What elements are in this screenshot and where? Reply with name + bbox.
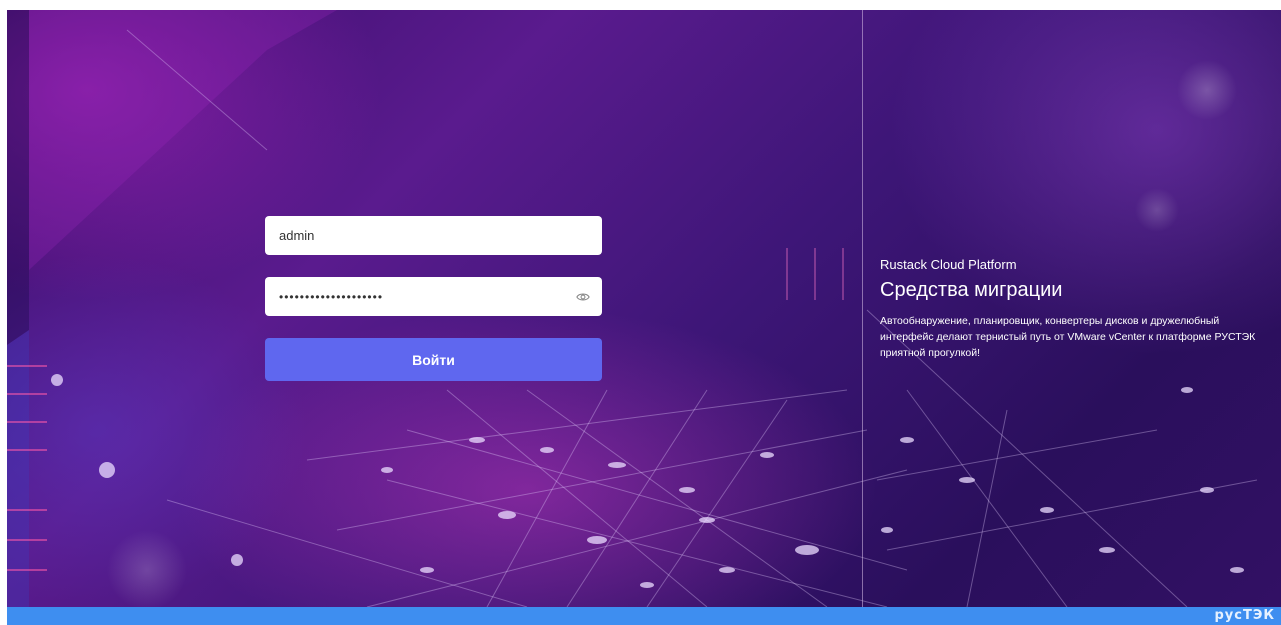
rustek-logo: русТЭК <box>1214 608 1275 623</box>
footer-bar: русТЭК <box>7 607 1281 625</box>
promo-title: Средства миграции <box>880 279 1063 301</box>
eye-icon[interactable] <box>576 290 590 304</box>
promo-description: Автообнаружение, планировщик, конвертеры… <box>880 315 1256 359</box>
password-input[interactable] <box>277 288 570 305</box>
promo-panel: Rustack Cloud Platform Средства миграции… <box>880 257 1275 361</box>
username-input[interactable] <box>277 227 590 244</box>
login-background: Войти Rustack Cloud Platform Средства ми… <box>7 10 1281 607</box>
product-name: Rustack Cloud Platform <box>880 257 1017 272</box>
username-field[interactable] <box>265 216 602 255</box>
password-field[interactable] <box>265 277 602 316</box>
login-button[interactable]: Войти <box>265 338 602 381</box>
vertical-divider <box>862 10 863 607</box>
